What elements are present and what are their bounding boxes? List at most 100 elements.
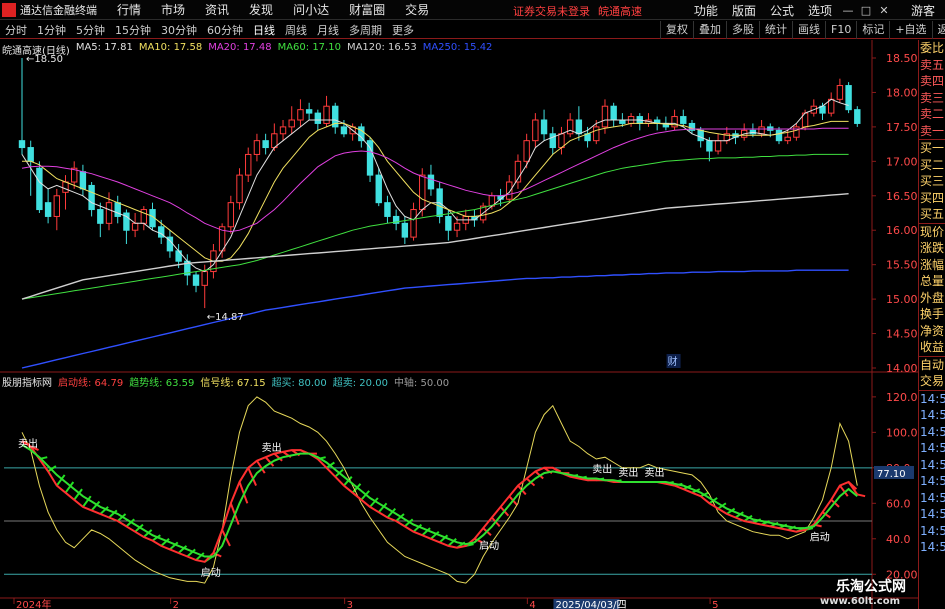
price-axis-label: 17.00: [886, 155, 918, 168]
candle-down: [775, 129, 783, 142]
price-axis-label: 18.00: [886, 86, 918, 99]
low-price-annotation: ←14.87: [207, 312, 244, 323]
candle-up: [506, 181, 513, 200]
time-axis-label: 2: [173, 600, 179, 609]
minimize-icon[interactable]: —: [839, 4, 857, 17]
tab-intraday[interactable]: 分时: [0, 22, 32, 38]
candle-up: [297, 109, 304, 121]
side-panel-label: 交易: [920, 374, 945, 388]
candle-down: [27, 147, 34, 162]
login-status-alert[interactable]: 证券交易未登录: [513, 3, 590, 19]
price-axis-label: 17.50: [886, 121, 918, 134]
candle-up: [566, 119, 574, 135]
kline-chart[interactable]: 18.50 18.00 17.50 17.00 16.50 16.00 15.50 15.00…: [0, 40, 918, 609]
side-panel-label: 总量: [920, 274, 945, 288]
overbought-legend: 超买: 80.00: [271, 378, 327, 389]
candle-down: [340, 126, 348, 135]
candle-up: [793, 126, 800, 138]
ma60-legend: MA60: 17.10: [277, 42, 341, 53]
signal-line-legend: 信号线: 67.15: [200, 378, 266, 389]
menu-function[interactable]: 功能: [694, 2, 718, 19]
candle-down: [610, 105, 617, 121]
ma5-legend: MA5: 17.81: [75, 42, 133, 53]
tab-more[interactable]: 更多: [387, 22, 419, 38]
candle-down: [18, 140, 26, 149]
start-line: [21, 440, 859, 563]
ma10-legend: MA10: 17.58: [138, 42, 203, 53]
tool-mark[interactable]: 标记: [856, 21, 889, 39]
menu-trade[interactable]: 交易: [405, 1, 429, 18]
tool-add-watchlist[interactable]: +自选: [889, 21, 931, 39]
time-axis-label: 2024年: [16, 598, 51, 609]
tab-15min[interactable]: 15分钟: [110, 22, 156, 38]
indicator-legend: 股朋指标网 启动线: 64.79 趋势线: 63.59 信号线: 67.15 超…: [2, 374, 450, 389]
trend-line: [21, 443, 858, 558]
tool-tabs: 复权 叠加 多股 统计 画线 F10 标记 +自选 返回: [660, 21, 945, 39]
price-axis-label: 16.50: [886, 190, 918, 203]
main-legend: 皖通高速(日线) MA5: 17.81 MA10: 17.58 MA20: 17…: [2, 42, 492, 57]
price-axis-label: 16.00: [886, 224, 918, 237]
status-alerts: 证券交易未登录 皖通高速: [513, 3, 642, 19]
side-panel-label: 换手: [920, 307, 945, 321]
tab-60min[interactable]: 60分钟: [202, 22, 248, 38]
candle-up: [784, 136, 791, 142]
candle-down: [619, 119, 626, 124]
oversold-legend: 超卖: 20.00: [332, 378, 388, 389]
candle-up: [714, 140, 722, 152]
tab-30min[interactable]: 30分钟: [156, 22, 202, 38]
menu-quotes[interactable]: 行情: [117, 1, 141, 18]
start-signal-label: 启动: [201, 566, 221, 579]
time-axis-label: 5: [712, 600, 718, 609]
tool-draw[interactable]: 画线: [792, 21, 825, 39]
candle-down: [401, 222, 409, 238]
menu-options[interactable]: 选项: [808, 2, 832, 19]
midline-legend: 中轴: 50.00: [393, 378, 450, 389]
tool-multi-stock[interactable]: 多股: [726, 21, 759, 39]
ma-line-ma250: [21, 269, 849, 369]
tab-multi-period[interactable]: 多周期: [344, 22, 387, 38]
stock-alert[interactable]: 皖通高速: [598, 3, 642, 19]
app-logo-icon: [2, 2, 16, 17]
tab-weekly[interactable]: 周线: [280, 22, 312, 38]
menu-wenxiaoda[interactable]: 问小达: [293, 1, 329, 18]
menu-wealth-circle[interactable]: 财富圈: [349, 1, 385, 18]
side-panel-label: 外盘: [920, 290, 945, 305]
side-panel-label: 净资: [920, 323, 945, 338]
menu-market[interactable]: 市场: [161, 1, 185, 18]
side-panel-label: 14:55: [920, 408, 945, 422]
tool-back[interactable]: 返回: [931, 21, 945, 39]
tool-stats[interactable]: 统计: [759, 21, 792, 39]
tab-1min[interactable]: 1分钟: [32, 22, 71, 38]
side-panel-label: 买五: [920, 207, 945, 221]
watermark-title: 乐淘公式网: [836, 579, 906, 595]
side-panel-label: 14:55: [920, 441, 945, 455]
tool-f10[interactable]: F10: [825, 21, 856, 39]
close-icon[interactable]: ✕: [875, 4, 893, 17]
tool-overlay[interactable]: 叠加: [693, 21, 726, 39]
candle-up: [453, 222, 461, 231]
tool-adjust[interactable]: 复权: [660, 21, 693, 39]
candle-down: [88, 184, 95, 211]
guest-label[interactable]: 游客: [911, 2, 935, 19]
right-menu: 功能 版面 公式 选项 — □ ✕ 游客: [687, 0, 945, 20]
menu-formula[interactable]: 公式: [770, 2, 794, 19]
tab-monthly[interactable]: 月线: [312, 22, 344, 38]
price-axis-label: 14.50: [886, 328, 918, 341]
indicator-value-tag-text: 77.10: [877, 469, 906, 480]
sell-signal-label: 卖出: [262, 441, 282, 454]
candle-up: [236, 174, 243, 204]
maximize-icon[interactable]: □: [857, 4, 875, 17]
menu-news[interactable]: 资讯: [205, 1, 229, 18]
side-panel-label: 14:56: [920, 523, 945, 538]
candle-up: [836, 85, 844, 100]
quote-side-panel: 委比 卖五 卖四 卖三 卖二 卖一 买一 买二 买三 买四 买五 现价 涨跌 涨幅 总量 外盘 换手 净资 收益 自动…: [918, 40, 945, 609]
menu-discover[interactable]: 发现: [249, 1, 273, 18]
tab-daily[interactable]: 日线: [248, 22, 280, 38]
tab-5min[interactable]: 5分钟: [71, 22, 110, 38]
menu-layout[interactable]: 版面: [732, 2, 756, 19]
candle-down: [314, 112, 322, 124]
candle-down: [697, 129, 704, 142]
indicator-stripe: [857, 493, 866, 498]
candle-down: [305, 109, 313, 114]
candle-up: [245, 153, 252, 176]
